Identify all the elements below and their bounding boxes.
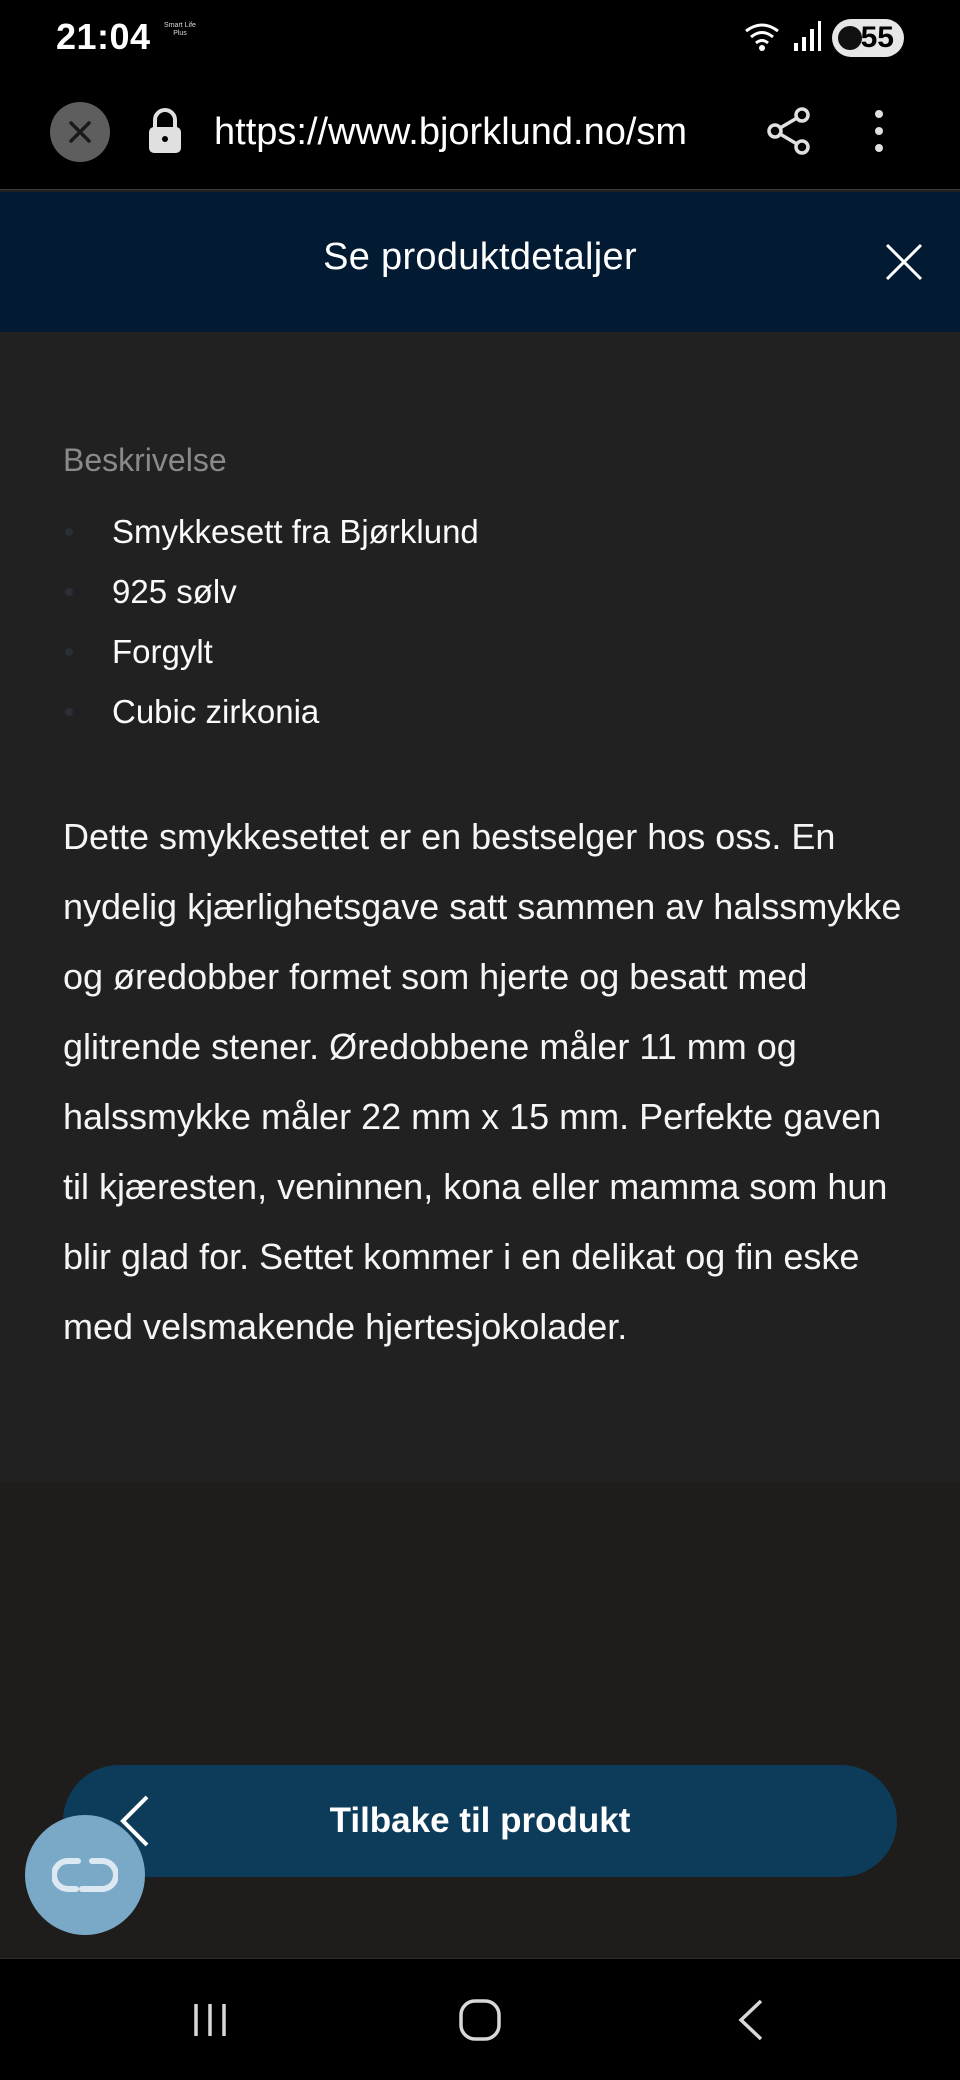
battery-saver-icon [838,26,862,50]
list-item: Cubic zirkonia [63,682,479,742]
page: 21:04 Smart Life Plus 55 https://www.bjo… [0,0,960,2080]
status-icons: 55 [742,18,904,58]
close-icon [69,121,91,143]
home-icon [459,1999,501,2041]
list-item: Smykkesett fra Bjørklund [63,502,479,562]
back-nav-button[interactable] [720,1995,780,2045]
list-item-text: Smykkesett fra Bjørklund [112,513,479,550]
app-badge: Smart Life Plus [164,22,196,37]
lock-icon[interactable] [146,106,184,156]
status-bar: 21:04 Smart Life Plus 55 [0,0,960,76]
url-bar[interactable]: https://www.bjorklund.no/sm [214,106,728,158]
status-time: 21:04 [56,16,151,57]
list-item: Forgylt [63,622,479,682]
close-details-icon[interactable] [884,242,924,282]
recent-apps-button[interactable] [180,1995,240,2045]
feature-list: Smykkesett fra Bjørklund 925 sølv Forgyl… [63,502,479,742]
list-item-text: 925 sølv [112,573,237,610]
list-item-text: Forgylt [112,633,213,670]
recents-icon [194,2004,226,2036]
signal-icon [792,19,822,58]
list-item-text: Cubic zirkonia [112,693,320,730]
page-title: Se produktdetaljer [323,236,637,278]
wifi-icon [742,19,782,58]
link-icon [52,1858,118,1892]
product-description: Dette smykkesettet er en bestselger hos … [63,816,902,1347]
section-heading: Beskrivelse [63,442,227,478]
detail-header: Se produktdetaljer [0,192,960,332]
description-panel: Beskrivelse Smykkesett fra Bjørklund 925… [0,332,960,1482]
close-tab-button[interactable] [50,102,110,162]
chat-fab[interactable] [25,1815,145,1935]
share-icon[interactable] [764,106,814,156]
battery-level: 55 [860,21,894,54]
system-nav-bar [0,1958,960,2080]
home-button[interactable] [450,1995,510,2045]
battery-icon: 55 [832,19,904,57]
back-to-product-button[interactable]: Tilbake til produkt [63,1765,897,1877]
footer-area [0,1482,960,1958]
back-icon [738,1999,763,2041]
browser-toolbar: https://www.bjorklund.no/sm [0,76,960,190]
more-vertical-icon[interactable] [862,106,896,156]
list-item: 925 sølv [63,562,479,622]
back-button-label: Tilbake til produkt [329,1801,631,1840]
